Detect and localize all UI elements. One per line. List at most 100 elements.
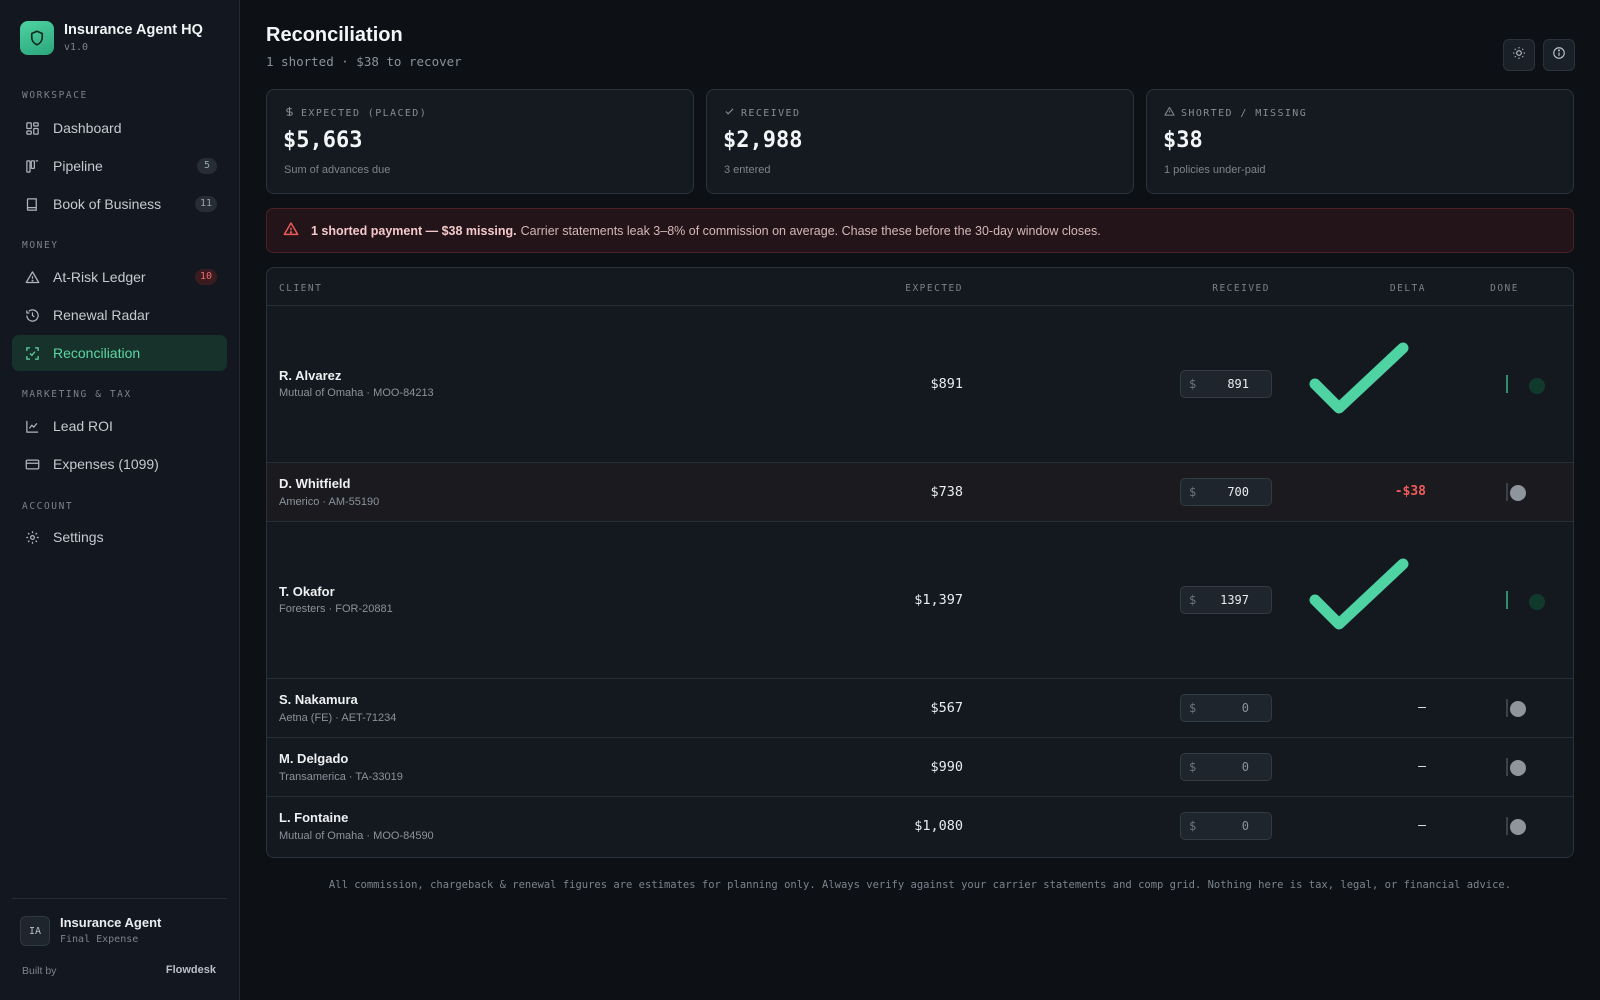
profile-role: Final Expense <box>60 934 139 945</box>
history-icon <box>23 306 41 324</box>
profile[interactable]: IA Insurance Agent Final Expense <box>20 915 161 947</box>
page-title: Reconciliation <box>266 24 403 46</box>
section-label-account: ACCOUNT <box>22 501 74 512</box>
sidebar: Insurance Agent HQ v1.0 WORKSPACE Dashbo… <box>0 0 240 1000</box>
done-toggle-track[interactable] <box>1506 817 1508 835</box>
warning-icon <box>1164 106 1181 120</box>
page-subtitle: 1 shorted · $38 to recover <box>266 54 462 69</box>
section-label-money: MONEY <box>22 240 59 251</box>
sidebar-item-expenses[interactable]: Expenses (1099) <box>12 446 227 482</box>
done-toggle-knob[interactable] <box>1510 760 1526 776</box>
warning-icon <box>23 268 41 286</box>
received-input[interactable]: $ 700 <box>1180 478 1272 506</box>
gear-icon <box>23 528 41 546</box>
currency-prefix: $ <box>1189 593 1197 607</box>
sidebar-item-lead-roi[interactable]: Lead ROI <box>12 408 227 444</box>
done-toggle-track[interactable] <box>1506 375 1508 393</box>
expected-amount: $1,397 <box>914 592 963 608</box>
column-header-expected[interactable]: EXPECTED <box>905 283 963 294</box>
stat-card-expected: EXPECTED (PLACED) $5,663 Sum of advances… <box>266 89 694 194</box>
received-input[interactable]: $ 1397 <box>1180 586 1272 614</box>
avatar: IA <box>20 916 50 946</box>
paid-check-icon <box>1307 342 1411 425</box>
column-header-client[interactable]: CLIENT <box>279 283 322 294</box>
alert-headline: 1 shorted payment — $38 missing. <box>311 223 517 238</box>
currency-prefix: $ <box>1189 485 1197 499</box>
stat-value-expected: $5,663 <box>283 128 363 153</box>
reconciliation-table: CLIENT EXPECTED RECEIVED DELTA DONE R. A… <box>266 267 1574 858</box>
built-by-brand-link[interactable]: Flowdesk <box>166 964 216 976</box>
sidebar-item-at-risk-ledger[interactable]: At-Risk Ledger 10 <box>12 259 227 295</box>
sidebar-item-settings[interactable]: Settings <box>12 519 227 555</box>
client-name: L. Fontaine <box>279 810 349 825</box>
table-row: T. Okafor Foresters · FOR-20881 $1,397 $… <box>267 522 1573 679</box>
currency-prefix: $ <box>1189 701 1197 715</box>
received-input[interactable]: $ 891 <box>1180 370 1272 398</box>
stat-label-received: RECEIVED <box>724 106 800 120</box>
done-toggle-track[interactable] <box>1506 758 1508 776</box>
stat-label-text: EXPECTED (PLACED) <box>301 107 428 119</box>
client-meta: Mutual of Omaha · MOO-84590 <box>279 830 434 842</box>
column-header-received[interactable]: RECEIVED <box>1212 283 1270 294</box>
delta-value: – <box>1418 818 1426 833</box>
client-meta: Americo · AM-55190 <box>279 496 380 508</box>
line-chart-icon <box>23 417 41 435</box>
done-toggle-knob[interactable] <box>1510 819 1526 835</box>
disclaimer: All commission, chargeback & renewal fig… <box>328 879 1512 891</box>
book-icon <box>23 195 41 213</box>
sidebar-item-pipeline[interactable]: Pipeline 5 <box>12 148 227 184</box>
received-value: 0 <box>1241 760 1249 774</box>
stat-note-expected: Sum of advances due <box>284 164 391 176</box>
received-value: 1397 <box>1220 593 1249 607</box>
stat-value-shorted: $38 <box>1163 128 1203 153</box>
done-toggle-knob[interactable] <box>1529 594 1545 610</box>
done-toggle-track[interactable] <box>1506 483 1508 501</box>
pipeline-count-badge: 5 <box>197 158 217 174</box>
done-toggle-knob[interactable] <box>1510 701 1526 717</box>
delta-value: -$38 <box>1394 484 1426 499</box>
theme-toggle-button[interactable] <box>1503 39 1535 71</box>
sidebar-item-label: Dashboard <box>53 120 122 136</box>
sidebar-item-dashboard[interactable]: Dashboard <box>12 110 227 146</box>
client-meta: Aetna (FE) · AET-71234 <box>279 712 397 724</box>
received-value: 700 <box>1227 485 1249 499</box>
pipeline-icon <box>23 157 41 175</box>
received-input[interactable]: $ 0 <box>1180 753 1272 781</box>
sidebar-item-book-of-business[interactable]: Book of Business 11 <box>12 186 227 222</box>
client-name: M. Delgado <box>279 751 349 766</box>
received-input[interactable]: $ 0 <box>1180 694 1272 722</box>
client-name: D. Whitfield <box>279 476 351 491</box>
done-toggle-knob[interactable] <box>1510 485 1526 501</box>
at-risk-count-badge: 10 <box>194 269 217 285</box>
sidebar-item-label: Pipeline <box>53 158 103 174</box>
column-header-delta[interactable]: DELTA <box>1390 283 1426 294</box>
sidebar-item-label: Expenses (1099) <box>53 456 159 472</box>
done-toggle-track[interactable] <box>1506 591 1508 609</box>
profile-name: Insurance Agent <box>60 915 162 930</box>
done-toggle-track[interactable] <box>1506 699 1508 717</box>
sidebar-item-reconciliation[interactable]: Reconciliation <box>12 335 227 371</box>
column-header-done[interactable]: DONE <box>1490 283 1519 294</box>
brand[interactable]: Insurance Agent HQ v1.0 <box>20 21 203 55</box>
app-version: v1.0 <box>64 42 89 53</box>
card-icon <box>23 455 41 473</box>
info-button[interactable] <box>1543 39 1575 71</box>
expected-amount: $990 <box>930 759 963 775</box>
done-toggle-knob[interactable] <box>1529 378 1545 394</box>
section-label-workspace: WORKSPACE <box>22 90 88 101</box>
table-row: D. Whitfield Americo · AM-55190 $738 $ 7… <box>267 463 1573 522</box>
received-input[interactable]: $ 0 <box>1180 812 1272 840</box>
currency-prefix: $ <box>1189 760 1197 774</box>
stat-label-text: RECEIVED <box>741 107 801 119</box>
expected-amount: $567 <box>930 700 963 716</box>
check-icon <box>724 106 741 120</box>
expected-amount: $1,080 <box>914 818 963 834</box>
book-count-badge: 11 <box>194 196 217 212</box>
sidebar-item-label: Lead ROI <box>53 418 113 434</box>
stat-label-expected: EXPECTED (PLACED) <box>284 106 427 120</box>
sidebar-item-renewal-radar[interactable]: Renewal Radar <box>12 297 227 333</box>
received-value: 0 <box>1241 819 1249 833</box>
table-row: R. Alvarez Mutual of Omaha · MOO-84213 $… <box>267 306 1573 463</box>
client-meta: Transamerica · TA-33019 <box>279 771 403 783</box>
sidebar-item-label: Renewal Radar <box>53 307 150 323</box>
